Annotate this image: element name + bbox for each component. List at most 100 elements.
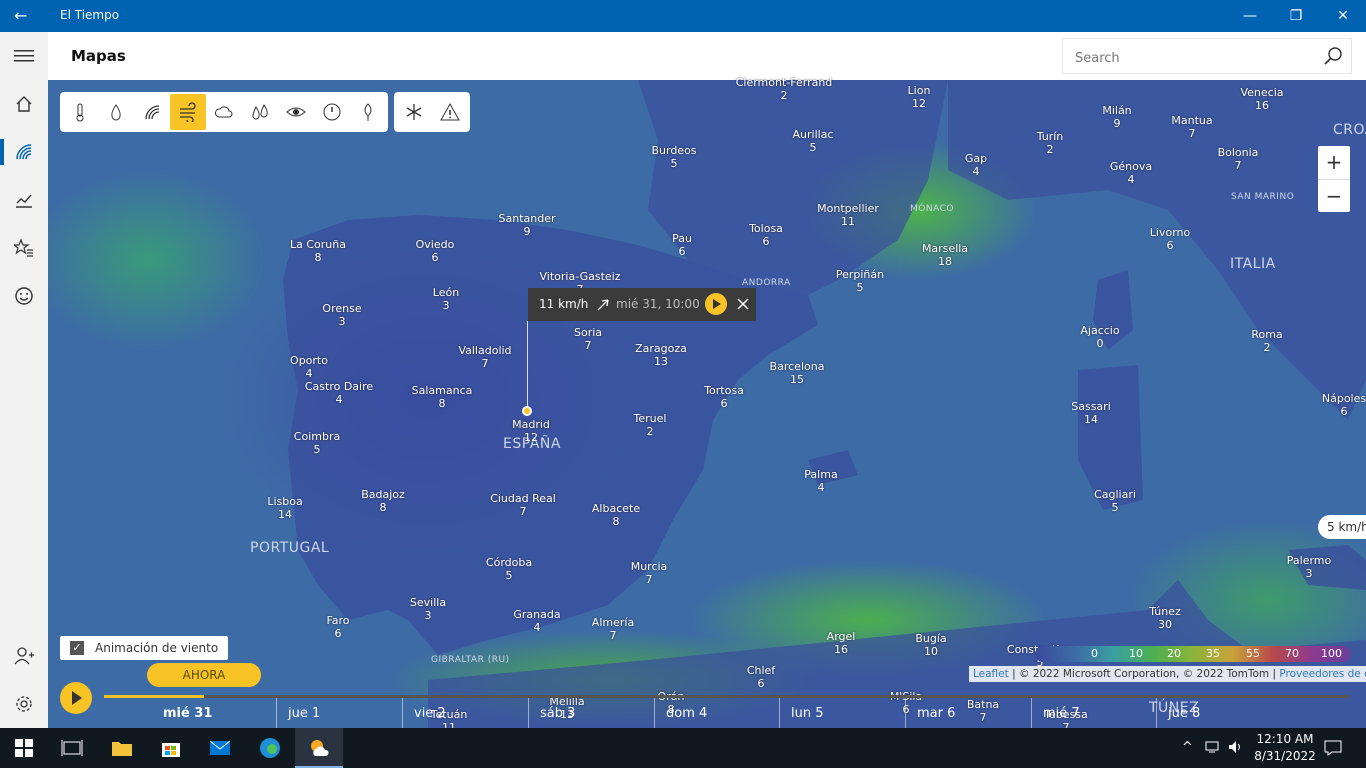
city-marker[interactable]: Argel 16 — [827, 630, 856, 656]
start-button[interactable] — [0, 728, 48, 768]
city-marker[interactable]: Aurillac 5 — [793, 128, 834, 154]
timeline-day-label[interactable]: jue 1 — [288, 706, 320, 721]
city-marker[interactable]: Clermont-Ferrand 2 — [736, 76, 833, 102]
notifications-icon[interactable] — [1324, 740, 1342, 760]
city-marker[interactable]: Granada 4 — [513, 608, 560, 634]
layer-pressure[interactable] — [314, 94, 350, 130]
city-marker[interactable]: Chlef 6 — [747, 664, 775, 690]
city-marker[interactable]: Turín 2 — [1037, 130, 1064, 156]
city-marker[interactable]: Teruel 2 — [634, 412, 667, 438]
city-marker[interactable]: Venecia 16 — [1240, 86, 1283, 112]
city-marker[interactable]: Ciudad Real 7 — [490, 492, 556, 518]
layer-wind[interactable] — [170, 94, 206, 130]
city-marker[interactable]: Livorno 6 — [1150, 226, 1190, 252]
back-button[interactable]: ← — [14, 6, 34, 26]
zoom-out-button[interactable]: − — [1318, 179, 1350, 213]
city-marker[interactable]: Oporto 4 — [290, 354, 328, 380]
timeline-day-label[interactable]: jue 8 — [1168, 706, 1200, 721]
city-marker[interactable]: Sevilla 3 — [410, 596, 446, 622]
city-marker[interactable]: Soria 7 — [574, 326, 602, 352]
close-button[interactable]: ✕ — [1320, 0, 1366, 32]
layer-temperature[interactable] — [62, 94, 98, 130]
city-marker[interactable]: Túnez 30 — [1149, 605, 1181, 631]
timeline-day-label[interactable]: dom 4 — [666, 706, 707, 721]
city-marker[interactable]: Perpiñán 5 — [836, 268, 884, 294]
volume-icon[interactable] — [1228, 740, 1244, 758]
timeline-day-label[interactable]: lun 5 — [791, 706, 824, 721]
timeline-day-label[interactable]: mié 31 — [163, 706, 212, 721]
city-marker[interactable]: Almería 7 — [592, 616, 634, 642]
edge-button[interactable] — [246, 728, 294, 768]
timeline-play-button[interactable] — [60, 682, 92, 714]
nav-account[interactable] — [0, 636, 48, 676]
city-marker[interactable]: Faro 6 — [326, 614, 349, 640]
nav-feedback[interactable] — [0, 276, 48, 316]
city-marker[interactable]: Lisboa 14 — [267, 495, 302, 521]
tray-chevron-icon[interactable]: ^ — [1182, 740, 1193, 755]
timeline-track[interactable] — [104, 695, 1350, 698]
city-marker[interactable]: Valladolid 7 — [458, 344, 511, 370]
layer-radar[interactable] — [134, 94, 170, 130]
city-marker[interactable]: Sassari 14 — [1071, 400, 1111, 426]
layer-pollen[interactable] — [350, 94, 386, 130]
city-marker[interactable]: Coimbra 5 — [294, 430, 340, 456]
nav-favorites[interactable] — [0, 228, 48, 268]
city-marker[interactable]: Burdeos 5 — [651, 144, 696, 170]
weather-app-button[interactable] — [295, 728, 343, 768]
city-marker[interactable]: Oviedo 6 — [416, 238, 455, 264]
layer-humidity[interactable] — [242, 94, 278, 130]
search-input[interactable] — [1073, 47, 1317, 69]
city-marker[interactable]: Nápoles 6 — [1322, 392, 1366, 418]
city-marker[interactable]: Pau 6 — [672, 232, 692, 258]
city-marker[interactable]: Génova 4 — [1110, 160, 1152, 186]
layer-visibility[interactable] — [278, 94, 314, 130]
task-view-button[interactable] — [48, 728, 96, 768]
timeline-day-label[interactable]: sáb 3 — [540, 706, 575, 721]
city-marker[interactable]: Gap 4 — [965, 152, 987, 178]
data-providers-link[interactable]: Proveedores de datos — [1279, 668, 1366, 680]
city-marker[interactable]: Palermo 3 — [1287, 554, 1331, 580]
mail-button[interactable] — [196, 728, 244, 768]
city-marker[interactable]: Salamanca 8 — [412, 384, 473, 410]
city-marker[interactable]: Badajoz 8 — [361, 488, 405, 514]
timeline-day-label[interactable]: mié 7 — [1043, 706, 1080, 721]
city-marker[interactable]: León 3 — [433, 286, 459, 312]
system-clock[interactable]: 12:10 AM 8/31/2022 — [1250, 731, 1320, 765]
city-marker[interactable]: Zaragoza 13 — [635, 342, 687, 368]
city-marker[interactable]: Castro Daire 4 — [305, 380, 373, 406]
hamburger-menu-button[interactable] — [0, 36, 48, 76]
nav-historical[interactable] — [0, 180, 48, 220]
city-marker[interactable]: Tortosa 6 — [704, 384, 744, 410]
search-icon[interactable] — [1323, 46, 1343, 66]
layer-snow[interactable] — [396, 94, 432, 130]
selected-location-pin[interactable] — [522, 406, 532, 416]
city-marker[interactable]: Ajaccio 0 — [1080, 324, 1119, 350]
city-marker[interactable]: Albacete 8 — [592, 502, 640, 528]
maximize-button[interactable]: ❐ — [1273, 0, 1319, 32]
city-marker[interactable]: La Coruña 8 — [290, 238, 346, 264]
nav-settings[interactable] — [0, 684, 48, 724]
city-marker[interactable]: Santander 9 — [499, 212, 556, 238]
popup-close-button[interactable] — [736, 294, 750, 315]
zoom-in-button[interactable]: + — [1318, 146, 1350, 179]
city-marker[interactable]: Mantua 7 — [1171, 114, 1212, 140]
timeline-day-label[interactable]: mar 6 — [917, 706, 955, 721]
file-explorer-button[interactable] — [98, 728, 146, 768]
city-marker[interactable]: Milán 9 — [1102, 104, 1131, 130]
store-button[interactable] — [147, 728, 195, 768]
city-marker[interactable]: Marsella 18 — [922, 242, 968, 268]
minimize-button[interactable]: — — [1227, 0, 1273, 32]
city-marker[interactable]: Lion 12 — [908, 84, 931, 110]
city-marker[interactable]: Tolosa 6 — [749, 222, 783, 248]
city-marker[interactable]: Roma 2 — [1251, 328, 1282, 354]
city-marker[interactable]: Madrid 12 — [512, 418, 550, 444]
city-marker[interactable]: Bolonia 7 — [1218, 146, 1259, 172]
timeline-day-label[interactable]: vie 2 — [414, 706, 446, 721]
layer-warnings[interactable] — [432, 94, 468, 130]
city-marker[interactable]: Córdoba 5 — [486, 556, 532, 582]
city-marker[interactable]: Murcia 7 — [631, 560, 668, 586]
checkbox-checked-icon[interactable]: ✓ — [70, 641, 84, 655]
popup-play-button[interactable] — [705, 293, 727, 315]
city-marker[interactable]: Batna 7 — [967, 698, 999, 724]
city-marker[interactable]: Montpellier 11 — [817, 202, 879, 228]
